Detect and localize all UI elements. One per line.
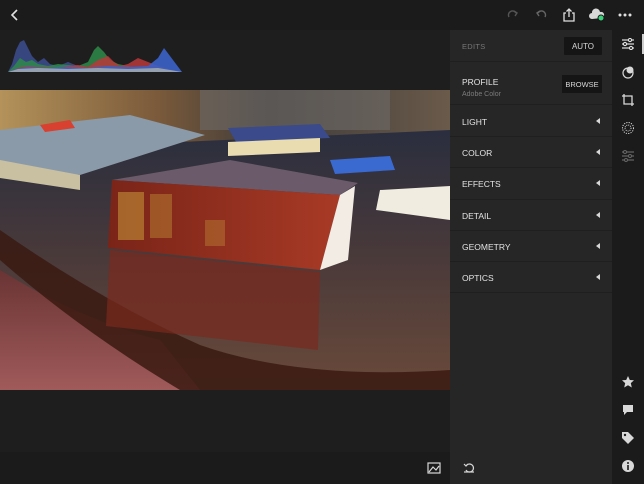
share-icon [563, 8, 575, 22]
more-button[interactable] [614, 4, 636, 26]
canvas-area [0, 30, 450, 452]
section-effects[interactable]: EFFECTS [450, 168, 612, 200]
profile-row[interactable]: PROFILE Adobe Color BROWSE [450, 63, 612, 105]
section-label: LIGHT [462, 117, 488, 127]
more-icon [618, 13, 632, 17]
section-label: COLOR [462, 148, 493, 159]
profile-value: Adobe Color [462, 91, 501, 98]
caret-left-icon [596, 273, 600, 280]
caret-left-icon [596, 118, 600, 124]
tool-crop[interactable] [618, 90, 638, 110]
edits-label: EDITS [462, 42, 486, 51]
undo-icon [536, 10, 547, 18]
healing-icon [622, 150, 634, 162]
tool-strip [612, 30, 644, 484]
comment-icon [623, 405, 633, 415]
redo-button[interactable] [502, 4, 524, 26]
cloud-sync-button[interactable] [586, 4, 608, 26]
section-detail[interactable]: DETAIL [450, 200, 612, 231]
star-icon [622, 376, 634, 388]
tool-healing[interactable] [618, 146, 638, 166]
selective-icon [622, 122, 634, 134]
crop-icon [622, 94, 634, 106]
tool-rating[interactable] [618, 372, 638, 392]
tool-info[interactable] [618, 456, 638, 476]
compare-icon [427, 462, 441, 474]
tool-presets[interactable] [618, 62, 638, 82]
info-icon [622, 460, 634, 472]
caret-left-icon [596, 211, 600, 218]
share-button[interactable] [558, 4, 580, 26]
edit-panel: EDITS AUTO PROFILE Adobe Color BROWSE LI… [450, 30, 612, 484]
bottom-bar [0, 452, 450, 484]
tool-selective[interactable] [618, 118, 638, 138]
compare-button[interactable] [424, 458, 444, 478]
reset-button[interactable] [462, 460, 476, 474]
section-optics[interactable]: OPTICS [450, 262, 612, 294]
edits-header: EDITS AUTO [450, 30, 612, 62]
reset-icon [463, 463, 474, 473]
section-geometry[interactable]: GEOMETRY [450, 231, 612, 262]
tool-keywords[interactable] [618, 428, 638, 448]
section-label: EFFECTS [462, 179, 501, 190]
edit-sliders-icon [622, 38, 634, 50]
back-button[interactable] [4, 4, 26, 26]
redo-icon [507, 10, 518, 18]
photo-preview[interactable] [0, 90, 450, 390]
caret-left-icon [596, 180, 600, 187]
tool-edit[interactable] [618, 34, 644, 54]
presets-icon [622, 66, 634, 79]
section-label: OPTICS [462, 272, 494, 283]
photo-image [0, 90, 450, 390]
section-label: DETAIL [462, 210, 492, 221]
section-list: LIGHT COLOR EFFECTS DETAIL GEOMETRY OPTI… [450, 106, 612, 294]
back-icon [10, 9, 18, 21]
cloud-sync-icon [589, 8, 605, 22]
caret-left-icon [596, 242, 600, 249]
tool-comments[interactable] [618, 400, 638, 420]
profile-title: PROFILE [462, 77, 499, 87]
histogram [8, 36, 182, 72]
section-label: GEOMETRY [462, 241, 511, 252]
auto-button[interactable]: AUTO [564, 37, 602, 55]
undo-button[interactable] [530, 4, 552, 26]
section-color[interactable]: COLOR [450, 137, 612, 169]
browse-button[interactable]: BROWSE [562, 75, 602, 93]
caret-left-icon [596, 149, 600, 156]
top-bar [0, 0, 644, 30]
section-light[interactable]: LIGHT [450, 106, 612, 138]
tag-icon [622, 432, 634, 444]
